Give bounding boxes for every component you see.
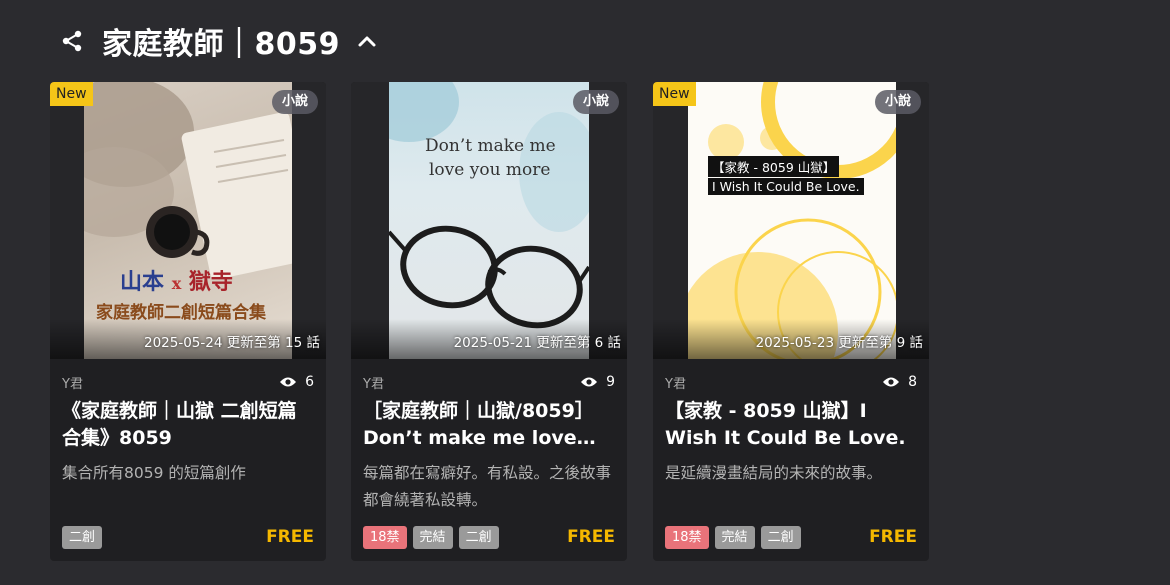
tag-fanwork[interactable]: 二創	[62, 526, 103, 549]
cover-title-gokudera: 獄寺	[188, 269, 233, 295]
price-label: FREE	[567, 527, 615, 547]
cover-image[interactable]: Don’t make me love you more 小說 2025-05-2…	[351, 82, 627, 359]
work-description: 是延續漫畫結局的未來的故事。	[665, 464, 883, 482]
cover-line-2: I Wish It Could Be Love.	[708, 178, 864, 195]
cover-art: Don’t make me love you more	[389, 82, 589, 359]
eye-icon	[580, 376, 598, 388]
type-badge: 小說	[271, 90, 318, 114]
update-info: 2025-05-24 更新至第 15 話	[143, 335, 320, 351]
update-info: 2025-05-21 更新至第 6 話	[453, 335, 621, 351]
work-title[interactable]: 《家庭教師｜山獄 二創短篇合集》8059	[62, 398, 314, 452]
author-name[interactable]: Y君	[363, 373, 384, 392]
price-label: FREE	[266, 527, 314, 547]
work-title[interactable]: ［家庭教師｜山獄/8059］Don’t make me love you mor…	[363, 398, 615, 452]
share-icon[interactable]	[60, 29, 84, 53]
cover-image[interactable]: 山本 x 獄寺 家庭教師二創短篇合集 New 小說 2025-05-24 更新至…	[50, 82, 326, 359]
author-name[interactable]: Y君	[665, 373, 686, 392]
type-badge: 小說	[874, 90, 921, 114]
cover-art: 山本 x 獄寺 家庭教師二創短篇合集	[84, 82, 292, 359]
chevron-up-icon[interactable]	[356, 30, 378, 52]
work-card[interactable]: 【家教 - 8059 山獄】 I Wish It Could Be Love. …	[653, 82, 929, 561]
new-badge: New	[50, 82, 93, 106]
tag-completed[interactable]: 完結	[412, 526, 453, 549]
section-title: 家庭教師｜8059	[102, 27, 340, 62]
tag-completed[interactable]: 完結	[714, 526, 755, 549]
cover-image[interactable]: 【家教 - 8059 山獄】 I Wish It Could Be Love. …	[653, 82, 929, 359]
tag-r18[interactable]: 18禁	[665, 526, 709, 549]
price-label: FREE	[869, 527, 917, 547]
tag-list: 18禁 完結 二創	[665, 526, 801, 549]
view-count: 9	[580, 374, 615, 390]
eye-icon	[882, 376, 900, 388]
section-header: 家庭教師｜8059	[60, 20, 378, 62]
view-count-value: 8	[908, 374, 917, 390]
tag-fanwork[interactable]: 二創	[458, 526, 499, 549]
type-badge: 小說	[572, 90, 619, 114]
view-count: 6	[279, 374, 314, 390]
tag-r18[interactable]: 18禁	[363, 526, 407, 549]
eye-icon	[279, 376, 297, 388]
work-description: 集合所有8059 的短篇創作	[62, 464, 246, 482]
new-badge: New	[653, 82, 696, 106]
author-name[interactable]: Y君	[62, 373, 83, 392]
work-title[interactable]: 【家教 - 8059 山獄】I Wish It Could Be Love.	[665, 398, 917, 452]
cover-title-yamamoto: 山本	[120, 269, 165, 295]
cover-art: 【家教 - 8059 山獄】 I Wish It Could Be Love.	[688, 82, 896, 359]
work-description: 每篇都在寫癖好。有私設。之後故事都會繞著私設轉。	[363, 464, 612, 509]
work-card[interactable]: Don’t make me love you more 小說 2025-05-2…	[351, 82, 627, 561]
cover-line-1: 【家教 - 8059 山獄】	[708, 156, 840, 177]
tag-fanwork[interactable]: 二創	[760, 526, 801, 549]
tag-list: 二創	[62, 526, 103, 549]
work-card[interactable]: 山本 x 獄寺 家庭教師二創短篇合集 New 小說 2025-05-24 更新至…	[50, 82, 326, 561]
view-count-value: 9	[606, 374, 615, 390]
cover-line-2: love you more	[429, 160, 551, 180]
view-count: 8	[882, 374, 917, 390]
update-info: 2025-05-23 更新至第 9 話	[755, 335, 923, 351]
view-count-value: 6	[305, 374, 314, 390]
cover-title-x: x	[171, 274, 182, 293]
tag-list: 18禁 完結 二創	[363, 526, 499, 549]
cover-line-1: Don’t make me	[425, 136, 556, 156]
